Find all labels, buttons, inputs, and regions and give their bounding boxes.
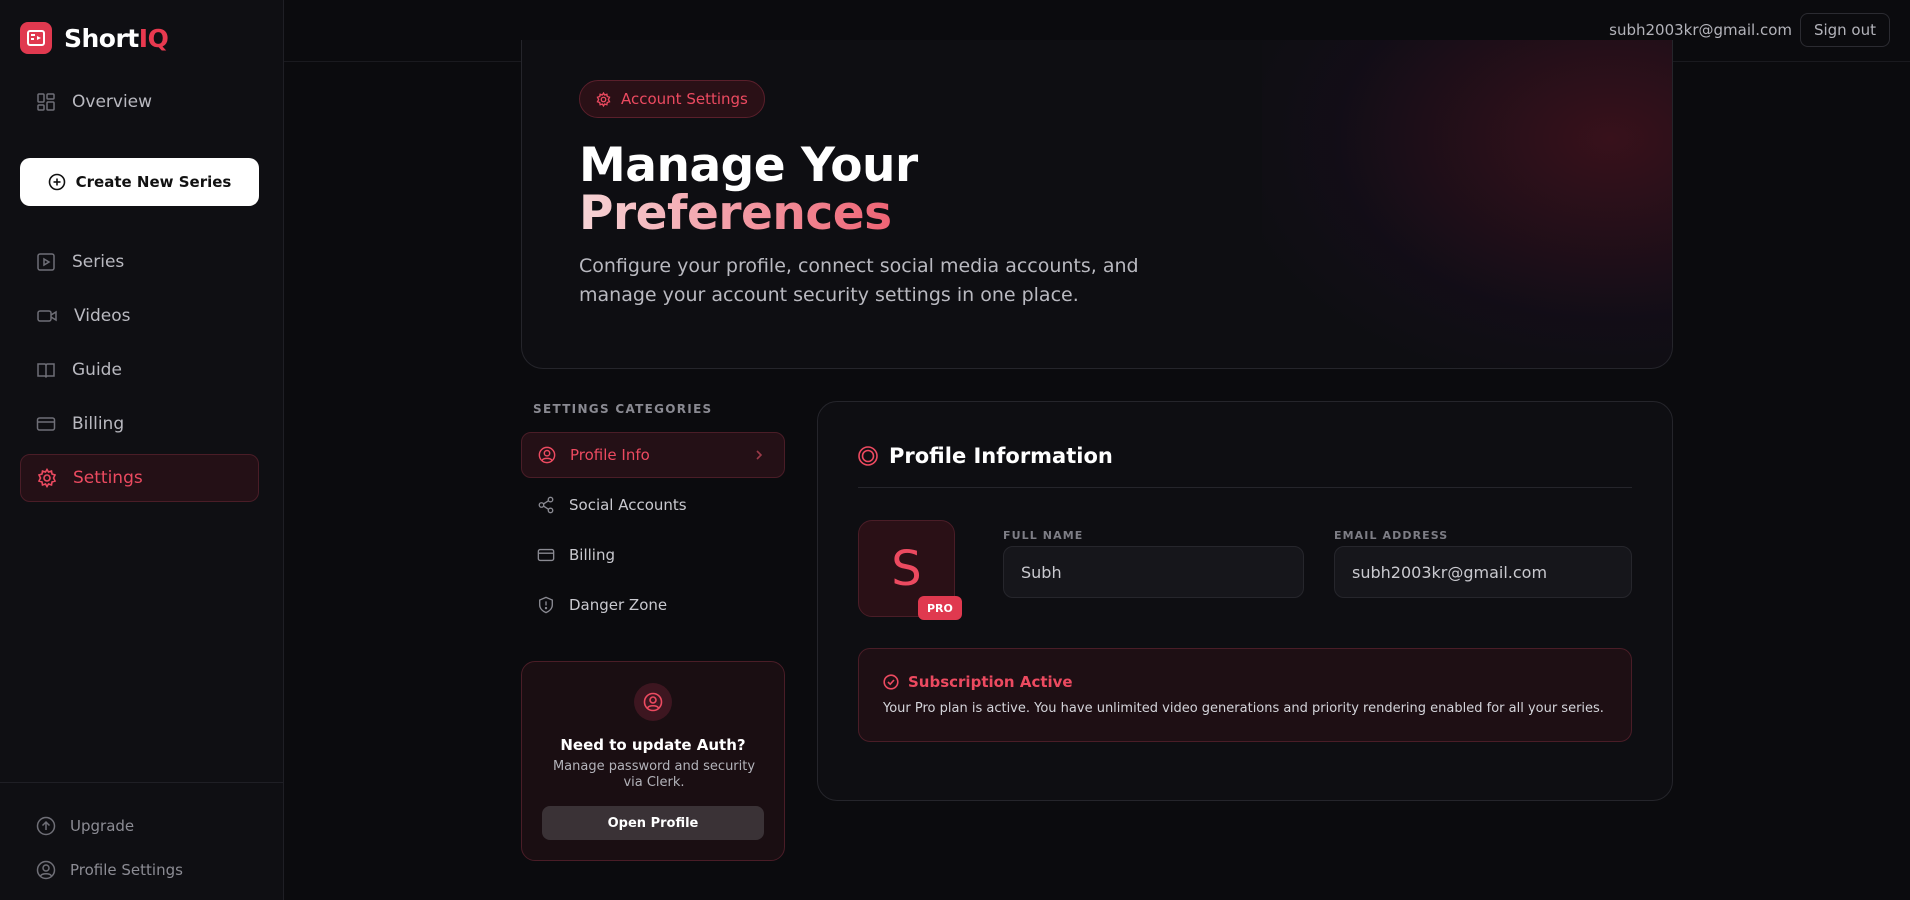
nav-guide-label: Guide [72,360,122,380]
profile-settings-label: Profile Settings [70,861,183,879]
credit-card-icon [537,548,555,562]
open-profile-button[interactable]: Open Profile [542,806,764,840]
profile-settings-link[interactable]: Profile Settings [36,860,183,880]
category-social-accounts-label: Social Accounts [569,496,687,514]
gear-icon [37,468,57,488]
user-circle-icon [634,683,672,721]
page-title-line1: Manage Your [579,138,918,193]
avatar-letter: S [891,540,922,597]
panel-header: Profile Information [857,444,1113,468]
nav-billing-label: Billing [72,414,125,434]
category-billing[interactable]: Billing [521,532,785,578]
nav-settings-label: Settings [73,468,143,488]
profile-information-panel: Profile Information S PRO FULL NAME Subh… [817,401,1673,801]
category-profile-info[interactable]: Profile Info [521,432,785,478]
nav-guide[interactable]: Guide [20,346,259,394]
app-root: ShortIQ Overview Create New Series Serie… [0,0,1910,900]
category-profile-info-label: Profile Info [570,446,650,464]
check-circle-icon [883,674,899,690]
user-circle-icon [36,860,56,880]
upgrade-link[interactable]: Upgrade [36,816,134,836]
page-description: Configure your profile, connect social m… [579,255,1139,306]
auth-card-title: Need to update Auth? [560,736,746,754]
nav-videos-label: Videos [74,306,131,326]
panel-divider [858,487,1632,488]
full-name-field[interactable]: Subh [1003,546,1304,598]
target-icon [858,446,878,466]
nav-videos[interactable]: Videos [20,292,259,340]
auth-card-subtitle: Manage password and security via Clerk. [552,759,756,790]
arrow-up-circle-icon [36,816,56,836]
category-social-accounts[interactable]: Social Accounts [521,482,785,528]
play-square-icon [37,253,55,271]
email-address-field[interactable]: subh2003kr@gmail.com [1334,546,1632,598]
sign-out-button[interactable]: Sign out [1799,13,1890,47]
page-title-line2: Preferences [579,190,918,238]
upgrade-label: Upgrade [70,817,135,835]
subscription-title-text: Subscription Active [908,673,1073,691]
nav-overview-label: Overview [72,92,153,112]
subscription-title: Subscription Active [883,673,1073,691]
auth-help-card: Need to update Auth? Manage password and… [521,661,785,861]
share-icon [538,496,554,514]
gear-icon [596,91,611,107]
full-name-label: FULL NAME [1003,529,1084,542]
user-email: subh2003kr@gmail.com [1609,21,1792,39]
email-address-label: EMAIL ADDRESS [1334,529,1449,542]
pro-badge: PRO [918,596,962,620]
settings-categories-heading: SETTINGS CATEGORIES [533,402,713,416]
nav-settings[interactable]: Settings [20,454,259,502]
sidebar: ShortIQ Overview Create New Series Serie… [0,0,284,900]
brand-name: ShortIQ [64,23,169,53]
user-circle-icon [538,446,556,464]
nav-series-label: Series [72,252,125,272]
account-settings-tag-label: Account Settings [621,90,748,108]
category-danger-zone-label: Danger Zone [569,596,668,614]
nav-overview[interactable]: Overview [20,78,259,126]
shield-alert-icon [539,596,553,614]
category-danger-zone[interactable]: Danger Zone [521,582,785,628]
sidebar-footer: Upgrade Profile Settings [0,782,284,900]
book-icon [37,363,55,379]
hero-card: Account Settings Manage Your Preferences… [521,40,1673,369]
hero-decoration [1262,40,1672,368]
create-new-series-label: Create New Series [75,173,232,191]
panel-title: Profile Information [889,444,1113,468]
category-billing-label: Billing [569,546,615,564]
nav-billing[interactable]: Billing [20,400,259,448]
video-camera-icon [37,310,57,322]
credit-card-icon [36,417,56,431]
subscription-description: Your Pro plan is active. You have unlimi… [883,701,1604,716]
create-new-series-button[interactable]: Create New Series [20,158,259,206]
chevron-right-icon [756,450,763,460]
subscription-status-box: Subscription Active Your Pro plan is act… [858,648,1632,742]
logo[interactable]: ShortIQ [20,22,169,54]
dashboard-icon [37,93,55,111]
plus-circle-icon [48,173,65,191]
account-settings-tag: Account Settings [579,80,765,118]
nav-series[interactable]: Series [20,238,259,286]
logo-icon [20,22,52,54]
page-title: Manage Your Preferences [579,142,918,238]
